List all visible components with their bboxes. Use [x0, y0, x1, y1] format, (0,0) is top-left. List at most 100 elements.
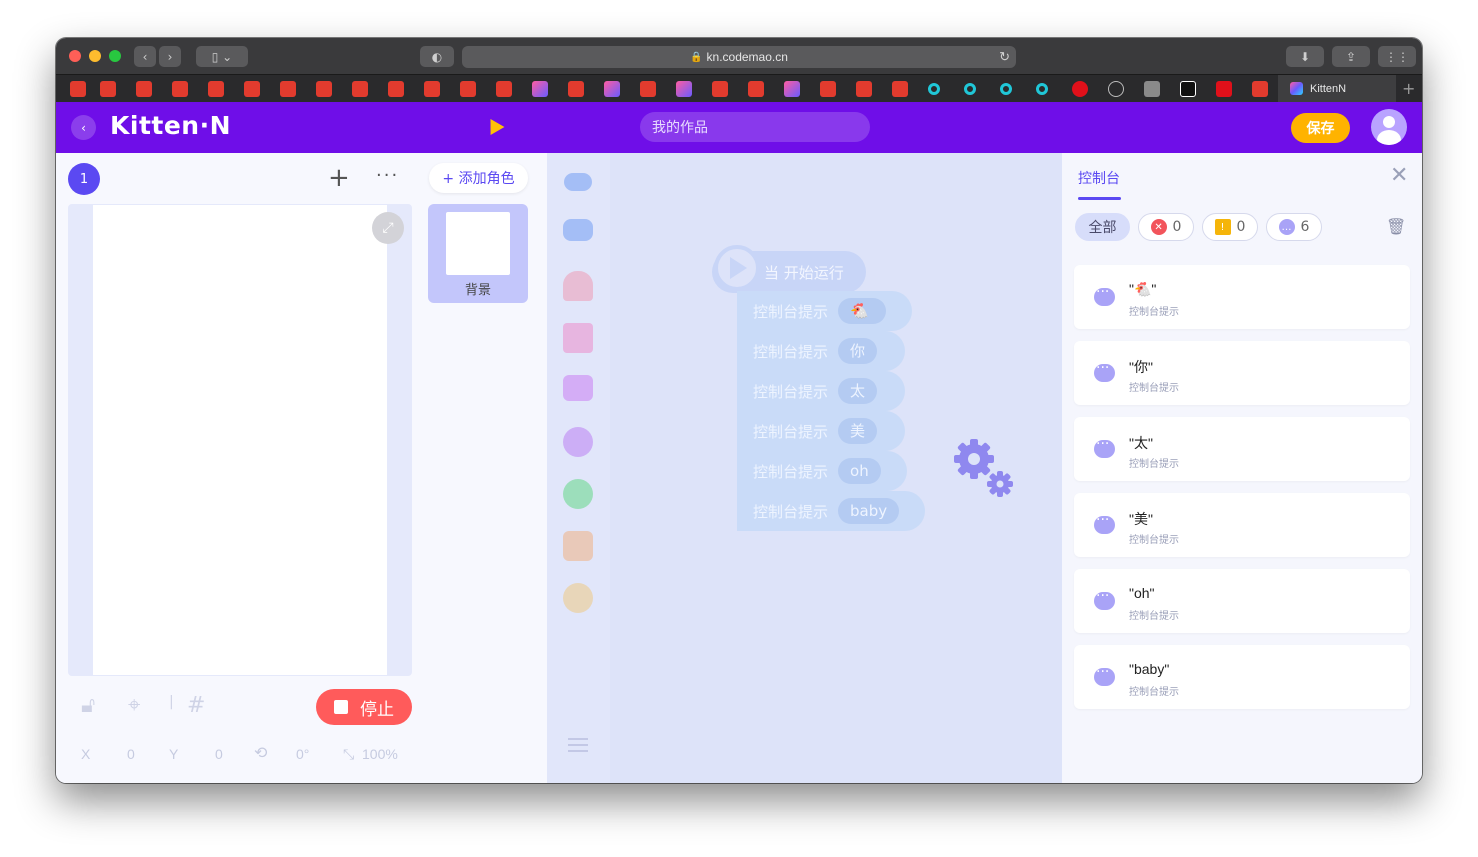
minimize-window-button[interactable]	[89, 50, 101, 62]
console-tab[interactable]: 控制台	[1078, 168, 1120, 188]
favorite-icon[interactable]	[748, 81, 764, 97]
favorite-icon[interactable]	[1216, 81, 1232, 97]
background-card[interactable]: 背景	[428, 204, 528, 303]
new-tab-icon[interactable]: +	[1402, 79, 1415, 98]
log-text: "🐔"	[1129, 281, 1157, 297]
downloads-icon[interactable]: ⬇	[1286, 46, 1324, 67]
compass-icon[interactable]	[1108, 81, 1124, 97]
favorite-icon[interactable]	[532, 81, 548, 97]
favorite-icon[interactable]	[70, 81, 86, 97]
stage-canvas[interactable]	[93, 205, 387, 675]
sidebar-toggle-icon[interactable]: ▯ ⌄	[196, 46, 248, 67]
message-icon	[1094, 360, 1115, 382]
control-category-icon[interactable]	[563, 219, 593, 241]
trash-icon[interactable]: 🗑︎	[1386, 217, 1406, 236]
back-nav-icon[interactable]: ‹	[134, 46, 156, 67]
shirt-category-icon[interactable]	[563, 323, 593, 353]
favorite-icon[interactable]	[676, 81, 692, 97]
privacy-shield-icon[interactable]: ◐	[420, 46, 454, 67]
block-arg-slot[interactable]: oh	[838, 458, 881, 484]
sensor-category-icon[interactable]	[563, 479, 593, 509]
favorite-icon[interactable]	[1180, 81, 1196, 97]
code-workspace[interactable]: 当 开始运行 控制台提示 🐔 控制台提示 你 控制台提示 太 控制台提示 美 控…	[610, 153, 1062, 783]
more-options-icon[interactable]: ···	[376, 165, 399, 186]
avatar[interactable]	[1371, 109, 1407, 145]
favorite-icon[interactable]	[172, 81, 188, 97]
variable-category-icon[interactable]	[563, 583, 593, 613]
console-print-block[interactable]: 控制台提示 baby	[737, 491, 925, 531]
forward-nav-icon[interactable]: ›	[159, 46, 181, 67]
block-arg-slot[interactable]: 太	[838, 378, 878, 404]
filter-errors-button[interactable]: ✕ 0	[1138, 213, 1194, 241]
tab-overview-icon[interactable]: ⋮⋮	[1378, 46, 1416, 67]
favorite-icon[interactable]	[208, 81, 224, 97]
grid-icon[interactable]: #	[187, 693, 205, 718]
add-scene-icon[interactable]: +	[328, 165, 350, 191]
warning-icon: !	[1214, 219, 1231, 235]
favorite-icon[interactable]	[856, 81, 872, 97]
active-tab[interactable]: KittenN	[1278, 75, 1396, 103]
favorite-icon[interactable]	[820, 81, 836, 97]
favorite-icon[interactable]	[388, 81, 404, 97]
favorite-icon[interactable]	[424, 81, 440, 97]
favorite-icon[interactable]	[352, 81, 368, 97]
favorite-icon[interactable]	[244, 81, 260, 97]
favorite-icon[interactable]	[604, 81, 620, 97]
bulb-category-icon[interactable]	[563, 427, 593, 457]
favorite-icon[interactable]	[784, 81, 800, 97]
scene-number-badge[interactable]: 1	[68, 163, 100, 195]
crosshair-icon[interactable]: ⌖	[128, 693, 140, 718]
filter-all-button[interactable]: 全部	[1075, 213, 1130, 241]
console-print-block[interactable]: 控制台提示 🐔	[737, 291, 912, 331]
console-print-block[interactable]: 控制台提示 太	[737, 371, 905, 411]
favorite-icon[interactable]	[568, 81, 584, 97]
filter-messages-button[interactable]: … 6	[1266, 213, 1322, 241]
favorite-icon[interactable]	[460, 81, 476, 97]
address-bar[interactable]: 🔒 kn.codemao.cn ↻	[462, 46, 1016, 68]
chat-category-icon[interactable]	[563, 375, 593, 401]
console-print-block[interactable]: 控制台提示 你	[737, 331, 905, 371]
log-text: "你"	[1129, 359, 1153, 375]
favorite-icon[interactable]	[496, 81, 512, 97]
console-print-block[interactable]: 控制台提示 美	[737, 411, 905, 451]
favorite-icon[interactable]	[100, 81, 116, 97]
block-arg-slot[interactable]: 🐔	[838, 298, 887, 324]
block-arg-slot[interactable]: baby	[838, 498, 900, 524]
log-text: "太"	[1129, 435, 1153, 451]
event-category-icon[interactable]	[564, 173, 592, 191]
close-icon[interactable]: ✕	[1390, 163, 1408, 188]
save-button[interactable]: 保存	[1291, 113, 1350, 143]
favorite-icon[interactable]	[1252, 81, 1268, 97]
favorite-icon[interactable]	[928, 83, 940, 95]
zoom-window-button[interactable]	[109, 50, 121, 62]
lock-icon[interactable]: 🔓︎	[81, 693, 95, 718]
favorite-icon[interactable]	[316, 81, 332, 97]
share-icon[interactable]: ⇪	[1332, 46, 1370, 67]
math-category-icon[interactable]	[563, 531, 593, 561]
stop-button[interactable]: 停止	[316, 689, 412, 725]
close-window-button[interactable]	[69, 50, 81, 62]
favorite-icon[interactable]	[1144, 81, 1160, 97]
favorite-icon[interactable]	[1000, 83, 1012, 95]
favorite-icon[interactable]	[1072, 81, 1088, 97]
fullscreen-icon[interactable]: ⤢	[372, 212, 404, 244]
reload-icon[interactable]: ↻	[999, 49, 1010, 65]
project-name-input[interactable]: 我的作品	[640, 112, 870, 142]
back-button[interactable]: ‹	[71, 115, 96, 140]
menu-icon[interactable]	[568, 738, 588, 752]
favorite-icon[interactable]	[712, 81, 728, 97]
block-arg-slot[interactable]: 美	[838, 418, 878, 444]
favorite-icon[interactable]	[640, 81, 656, 97]
gears-icon[interactable]	[950, 435, 1020, 505]
favorite-icon[interactable]	[280, 81, 296, 97]
y-label: Y	[169, 746, 179, 762]
console-print-block[interactable]: 控制台提示 oh	[737, 451, 907, 491]
filter-warnings-button[interactable]: ! 0	[1202, 213, 1258, 241]
favorite-icon[interactable]	[1036, 83, 1048, 95]
favorite-icon[interactable]	[136, 81, 152, 97]
favorite-icon[interactable]	[964, 83, 976, 95]
add-role-button[interactable]: + 添加角色	[429, 163, 528, 193]
block-arg-slot[interactable]: 你	[838, 338, 878, 364]
ghost-category-icon[interactable]	[563, 271, 593, 301]
favorite-icon[interactable]	[892, 81, 908, 97]
